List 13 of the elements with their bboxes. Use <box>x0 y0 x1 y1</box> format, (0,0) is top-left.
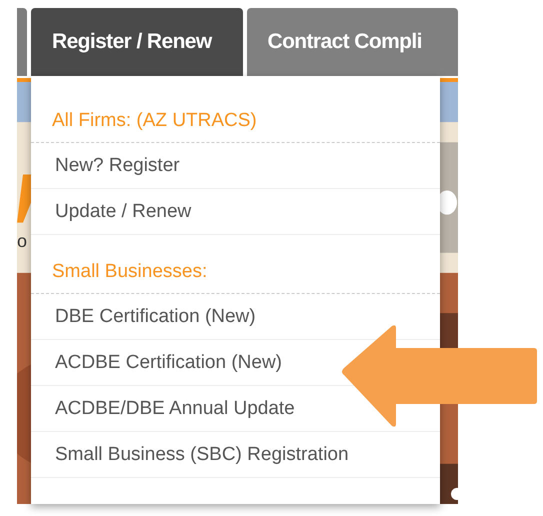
menu-section-heading: All Firms: (AZ UTRACS) <box>31 98 440 143</box>
menu-section-heading: Small Businesses: <box>31 235 440 294</box>
menu-item[interactable]: ACDBE/DBE Annual Update <box>55 398 295 419</box>
menu-item[interactable]: Update / Renew <box>55 201 192 222</box>
nav-tab[interactable]: Contract Compli <box>246 8 458 76</box>
menu-item[interactable]: DBE Certification (New) <box>55 306 256 327</box>
menu-item[interactable]: ACDBE Certification (New) <box>55 352 282 373</box>
tab-edge[interactable] <box>17 8 27 76</box>
menu-item[interactable]: Small Business (SBC) Registration <box>55 444 349 465</box>
arrow-icon <box>340 324 537 428</box>
menu-item[interactable]: New? Register <box>55 155 180 176</box>
background-text: o <box>17 232 28 250</box>
nav-tab[interactable]: Register / Renew <box>31 8 242 76</box>
